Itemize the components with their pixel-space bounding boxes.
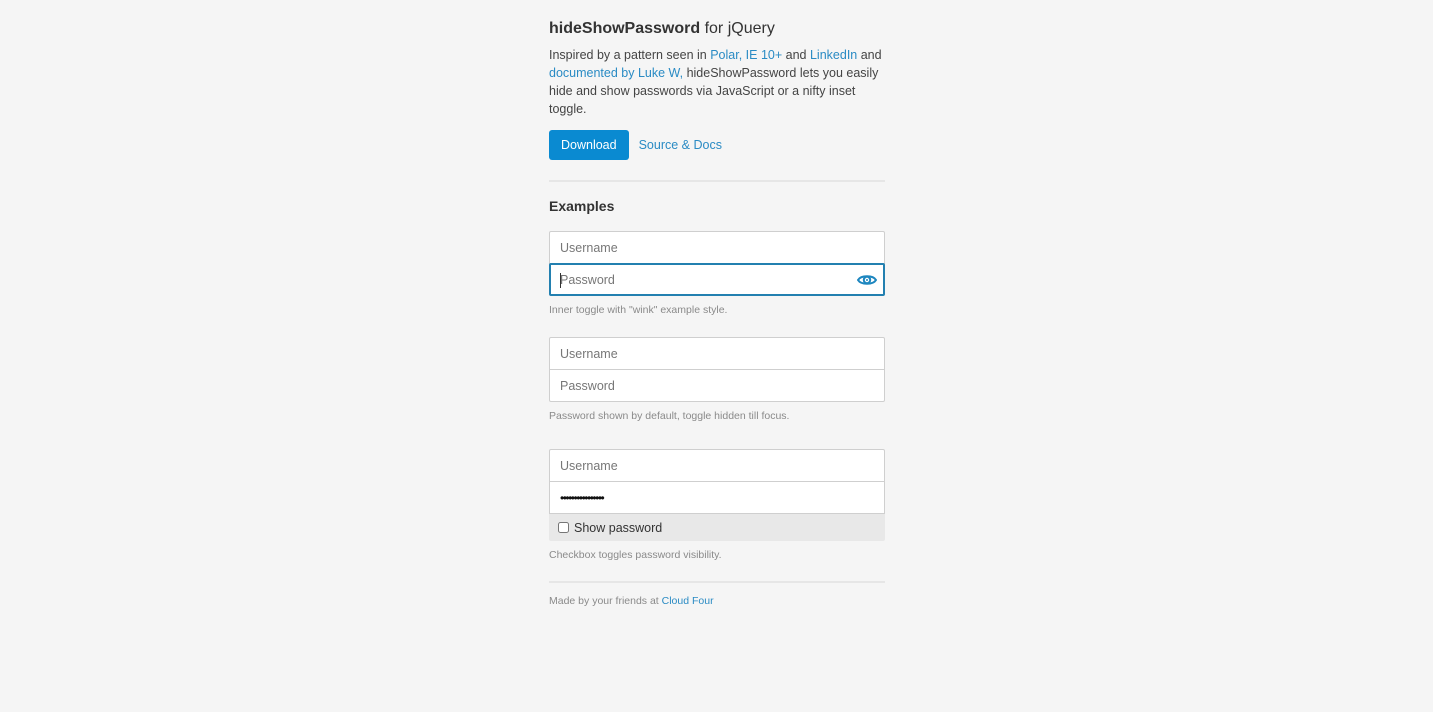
show-password-bar: Show password: [549, 514, 885, 541]
example-3: •••••••••••••••• Show password Checkbox …: [549, 449, 885, 562]
page-container: hideShowPassword for jQuery Inspired by …: [549, 0, 885, 608]
username-field-3[interactable]: [549, 449, 885, 482]
divider: [549, 180, 885, 182]
show-password-checkbox[interactable]: [558, 522, 569, 533]
intro-paragraph: Inspired by a pattern seen in Polar, IE …: [549, 46, 885, 118]
eye-icon[interactable]: [856, 273, 878, 287]
link-polar[interactable]: Polar,: [710, 48, 742, 62]
examples-heading: Examples: [549, 198, 615, 214]
intro-text: Inspired by a pattern seen in: [549, 48, 711, 62]
username-field-1[interactable]: [549, 231, 885, 264]
source-docs-link[interactable]: Source & Docs: [639, 138, 722, 152]
example-3-help: Checkbox toggles password visibility.: [549, 549, 722, 561]
link-documented-by-luke-w[interactable]: documented by Luke W,: [549, 66, 683, 80]
cloud-four-link[interactable]: Cloud Four: [662, 595, 714, 607]
footer-text: Made by your friends at: [549, 595, 662, 607]
page-title: hideShowPassword for jQuery: [549, 19, 885, 39]
download-button[interactable]: Download: [549, 130, 629, 160]
password-input-2[interactable]: [550, 370, 884, 401]
example-1-help: Inner toggle with "wink" example style.: [549, 304, 728, 316]
footer: Made by your friends at Cloud Four: [549, 594, 885, 608]
title-bold: hideShowPassword: [549, 20, 701, 37]
password-field-1[interactable]: [549, 263, 885, 296]
text-caret: [560, 273, 561, 288]
example-2-help: Password shown by default, toggle hidden…: [549, 410, 790, 422]
link-ie10[interactable]: IE 10+: [746, 48, 783, 62]
intro-text: and: [782, 48, 810, 62]
title-rest: for jQuery: [700, 20, 775, 37]
password-field-2[interactable]: [549, 369, 885, 402]
username-input-3[interactable]: [550, 450, 884, 481]
example-1: Inner toggle with "wink" example style.: [549, 231, 885, 317]
username-input-1[interactable]: [550, 232, 884, 263]
intro-text: and: [857, 48, 882, 62]
footer-divider: [549, 581, 885, 583]
link-linkedin[interactable]: LinkedIn: [810, 48, 857, 62]
show-password-label[interactable]: Show password: [574, 521, 662, 535]
example-2: Password shown by default, toggle hidden…: [549, 337, 885, 423]
actions-row: Download Source & Docs: [549, 130, 885, 160]
password-input-3[interactable]: [550, 482, 884, 513]
username-input-2[interactable]: [550, 338, 884, 369]
password-field-3[interactable]: ••••••••••••••••: [549, 481, 885, 514]
username-field-2[interactable]: [549, 337, 885, 370]
password-input-1[interactable]: [551, 265, 883, 294]
